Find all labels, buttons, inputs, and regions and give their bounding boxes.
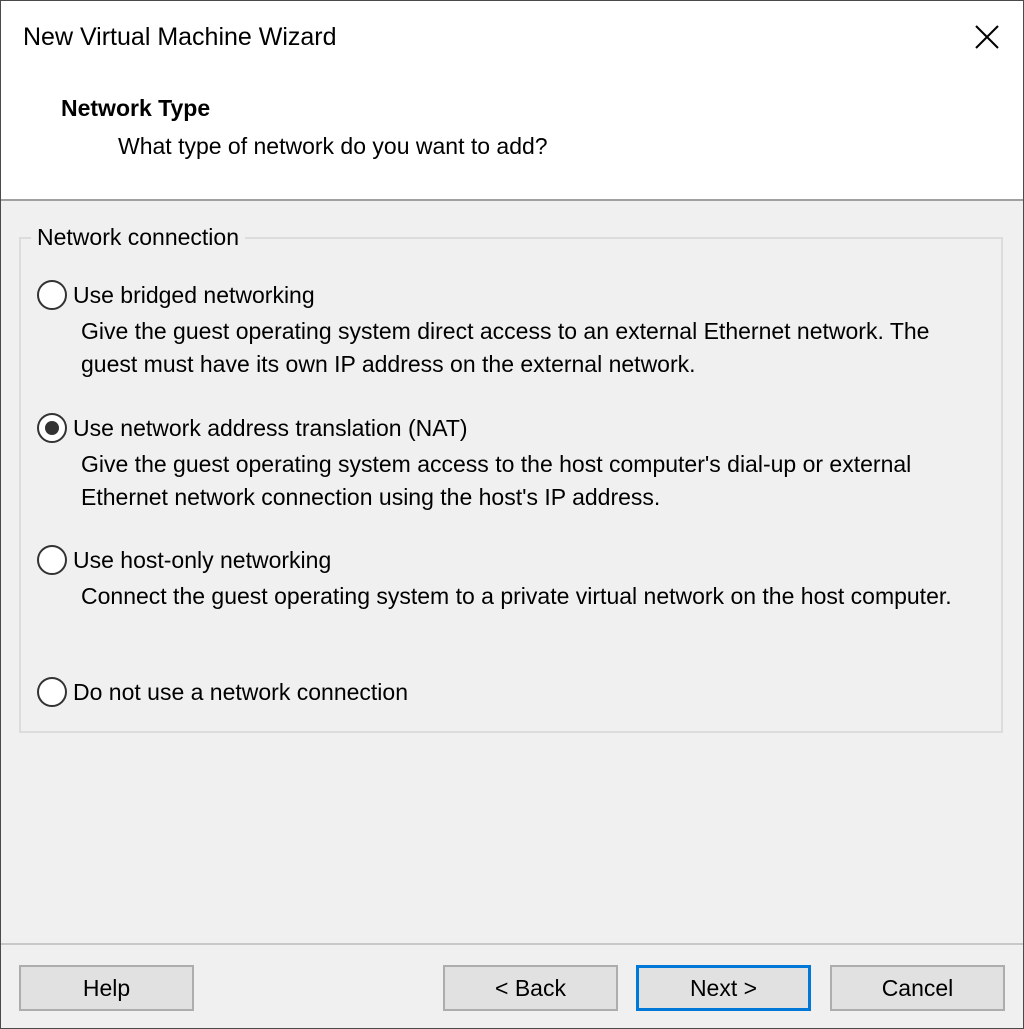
option-label[interactable]: Use network address translation (NAT) xyxy=(73,415,468,442)
page-subtitle: What type of network do you want to add? xyxy=(118,133,548,159)
radio-no-network-row[interactable]: Do not use a network connection xyxy=(37,676,408,708)
footer-divider xyxy=(1,943,1023,945)
wizard-window: New Virtual Machine Wizard Network Type … xyxy=(0,0,1024,1029)
option-description: Give the guest operating system access t… xyxy=(81,451,912,510)
option-no-network: Do not use a network connection xyxy=(37,676,408,708)
radio-bridged-row[interactable]: Use bridged networking xyxy=(37,279,981,311)
option-label[interactable]: Use bridged networking xyxy=(73,282,315,309)
option-label[interactable]: Use host-only networking xyxy=(73,547,331,574)
group-legend: Network connection xyxy=(31,223,245,251)
option-bridged: Use bridged networking Give the guest op… xyxy=(37,279,981,381)
close-icon xyxy=(975,25,999,49)
option-host-only: Use host-only networking Connect the gue… xyxy=(37,544,981,613)
radio-host-only-row[interactable]: Use host-only networking xyxy=(37,544,981,576)
back-button[interactable]: < Back xyxy=(443,965,618,1011)
radio-host-only[interactable] xyxy=(37,545,67,575)
wizard-header: Network Type What type of network do you… xyxy=(1,79,1023,201)
radio-bridged[interactable] xyxy=(37,280,67,310)
option-description: Connect the guest operating system to a … xyxy=(81,583,952,609)
title-bar: New Virtual Machine Wizard xyxy=(1,1,1023,79)
network-connection-group: Network connection Use bridged networkin… xyxy=(19,223,1003,733)
radio-nat-row[interactable]: Use network address translation (NAT) xyxy=(37,412,981,444)
option-description: Give the guest operating system direct a… xyxy=(81,318,930,377)
close-button[interactable] xyxy=(951,1,1023,73)
help-button[interactable]: Help xyxy=(19,965,194,1011)
option-label[interactable]: Do not use a network connection xyxy=(73,679,408,706)
radio-no-network[interactable] xyxy=(37,677,67,707)
window-title: New Virtual Machine Wizard xyxy=(23,23,337,51)
next-button[interactable]: Next > xyxy=(636,965,811,1011)
page-title: Network Type xyxy=(61,95,211,121)
option-nat: Use network address translation (NAT) Gi… xyxy=(37,412,981,514)
radio-nat[interactable] xyxy=(37,413,67,443)
cancel-button[interactable]: Cancel xyxy=(830,965,1005,1011)
